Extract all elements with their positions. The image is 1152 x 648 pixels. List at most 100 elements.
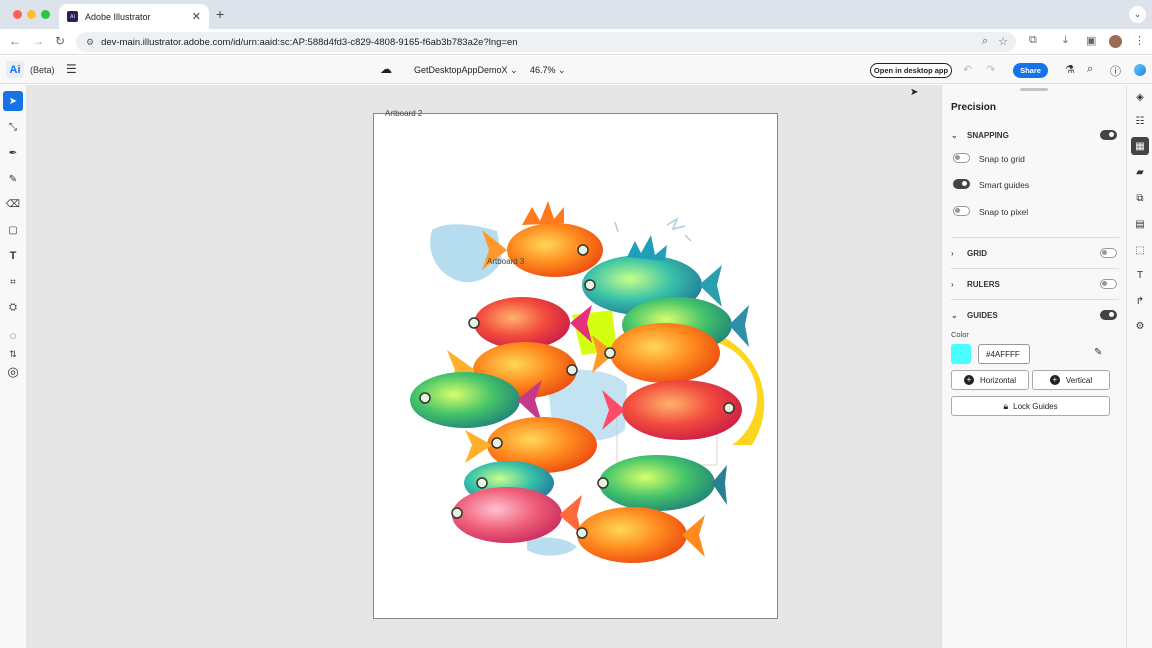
swap-colors-icon[interactable]: ⇅ [3,344,23,364]
hamburger-menu-icon[interactable]: ☰ [66,62,77,76]
guide-color-swatch[interactable] [951,344,971,364]
stroke-color-icon[interactable]: ◎ [3,362,23,382]
zoom-level: 46.7% [530,65,556,75]
add-vertical-guide-button[interactable]: + Vertical [1032,370,1110,390]
snapping-label: SNAPPING [967,131,1009,140]
type-tool-icon[interactable]: T [3,246,23,266]
transform-icon[interactable]: ⬚ [1131,241,1149,259]
chevron-down-icon: ⌄ [951,131,958,140]
add-horizontal-guide-button[interactable]: + Horizontal [951,370,1029,390]
document-name: GetDesktopAppDemoX [414,65,508,75]
eyedropper-icon[interactable]: ✎ [1094,347,1102,358]
crop-tool-icon[interactable]: ⌗ [3,272,23,292]
extensions-puzzle-icon[interactable]: ⧉ [1029,34,1037,47]
divider [951,237,1119,238]
tab-search-chevron-icon[interactable]: ⌄ [1129,6,1146,23]
guides-label: GUIDES [967,311,998,320]
vertical-label: Vertical [1065,375,1093,385]
snap-to-grid-label: Snap to grid [979,154,1025,164]
open-in-desktop-button[interactable]: Open in desktop app [870,63,952,78]
chevron-down-icon: ⌄ [510,65,518,75]
character-type-icon[interactable]: T [1131,266,1149,284]
guides-section-header[interactable]: ⌄ GUIDES [951,311,998,320]
zoom-dropdown[interactable]: 46.7% ⌄ [530,65,566,76]
grid-toggle[interactable] [1100,248,1117,258]
eraser-tool-icon[interactable]: ⌫ [3,194,23,214]
stroke-path-icon[interactable]: ↱ [1131,292,1149,310]
grid-label: GRID [967,249,987,258]
snap-to-pixel-toggle[interactable] [953,206,970,216]
grid-section-header[interactable]: › GRID [951,249,987,258]
guide-color-hex-input[interactable]: #4AFFFF [978,344,1030,364]
image-trace-tool-icon[interactable]: ⛭ [3,297,23,317]
illustrator-logo: Ai [6,61,24,78]
url-text: dev-main.illustrator.adobe.com/id/urn:aa… [101,36,518,48]
layers-icon[interactable]: ◈ [1131,88,1149,106]
precision-grid-icon[interactable]: ▦ [1131,137,1149,155]
document-name-dropdown[interactable]: GetDesktopAppDemoX ⌄ [414,65,518,76]
undo-icon[interactable]: ↶ [963,63,972,76]
forward-arrow-icon[interactable]: → [32,34,44,48]
canvas-area[interactable]: Artboard 2 Artboard 3 ➤ [27,85,941,648]
pen-tool-icon[interactable]: ✒ [3,143,23,163]
rectangle-tool-icon[interactable]: ▢ [3,220,23,240]
guides-toggle[interactable] [1100,310,1117,320]
rulers-section-header[interactable]: › RULERS [951,280,1000,289]
divider [951,268,1119,269]
panel-grip-handle[interactable] [1020,88,1048,91]
close-window-button[interactable] [13,10,22,19]
share-button[interactable]: Share [1013,63,1048,78]
pencil-tool-icon[interactable]: ✎ [3,169,23,189]
address-bar[interactable]: ⚙ dev-main.illustrator.adobe.com/id/urn:… [76,32,1016,52]
pathfinder-icon[interactable]: ⧉ [1131,189,1149,207]
snapping-toggle[interactable] [1100,130,1117,140]
properties-sliders-icon[interactable]: ☷ [1131,112,1149,130]
reload-icon[interactable]: ↻ [55,34,65,48]
ai-assistant-icon[interactable] [1134,64,1146,76]
back-arrow-icon[interactable]: ← [9,34,21,48]
site-info-icon[interactable]: ⚙ [86,37,94,48]
fish-12 [451,487,582,543]
browser-tab[interactable]: Ai Adobe Illustrator ✕ [59,4,209,29]
fish-4 [468,297,592,349]
plus-circle-icon: + [1049,375,1060,385]
precision-panel: Precision ⌄ SNAPPING Snap to grid Smart … [941,85,1126,648]
fish-artwork[interactable] [27,85,941,648]
hex-value: #4AFFFF [986,349,1020,359]
profile-avatar[interactable] [1109,35,1122,48]
close-tab-icon[interactable]: ✕ [192,10,201,23]
help-icon[interactable]: ⓘ [1110,63,1121,79]
comments-icon[interactable]: ▰ [1131,163,1149,181]
panel-rail: ◈ ☷ ▦ ▰ ⧉ ▤ ⬚ T ↱ ⚙ [1126,85,1152,648]
new-tab-button[interactable]: + [216,6,224,22]
browser-menu-icon[interactable]: ⋮ [1134,34,1145,47]
beta-lab-flask-icon[interactable]: ⚗ [1065,63,1075,76]
smart-guides-toggle[interactable] [953,179,970,189]
side-panel-icon[interactable]: ▣ [1086,34,1096,47]
guide-color-label: Color [951,330,969,339]
mouse-cursor-icon: ➤ [910,87,919,98]
maximize-window-button[interactable] [41,10,50,19]
browser-window: Ai Adobe Illustrator ✕ + ⌄ ← → ↻ ⚙ dev-m… [0,0,1152,648]
rulers-toggle[interactable] [1100,279,1117,289]
smart-guides-label: Smart guides [979,180,1030,190]
download-icon[interactable]: ⤓ [1063,34,1068,47]
snap-to-grid-toggle[interactable] [953,153,970,163]
plugins-icon[interactable]: ⚙ [1131,317,1149,335]
snapping-section-header[interactable]: ⌄ SNAPPING [951,131,1009,140]
redo-icon[interactable]: ↷ [986,63,995,76]
align-icon[interactable]: ▤ [1131,215,1149,233]
selection-tool-icon[interactable]: ➤ [3,91,23,111]
search-icon[interactable]: ⌕ [1087,63,1093,76]
lock-guides-button[interactable]: 🔒︎ Lock Guides [951,396,1110,416]
direct-selection-tool-icon[interactable]: ⤡ [3,117,23,137]
minimize-window-button[interactable] [27,10,36,19]
zoom-magnifier-icon[interactable]: ⌕ [982,35,988,48]
fish-13 [576,507,705,563]
cloud-icon[interactable]: ☁ [380,62,392,76]
navigation-bar: ← → ↻ ⚙ dev-main.illustrator.adobe.com/i… [0,29,1152,55]
fill-color-icon[interactable]: ○ [3,325,23,345]
chevron-right-icon: › [951,280,954,289]
bookmark-star-icon[interactable]: ☆ [998,35,1008,48]
plus-circle-icon: + [963,375,974,385]
